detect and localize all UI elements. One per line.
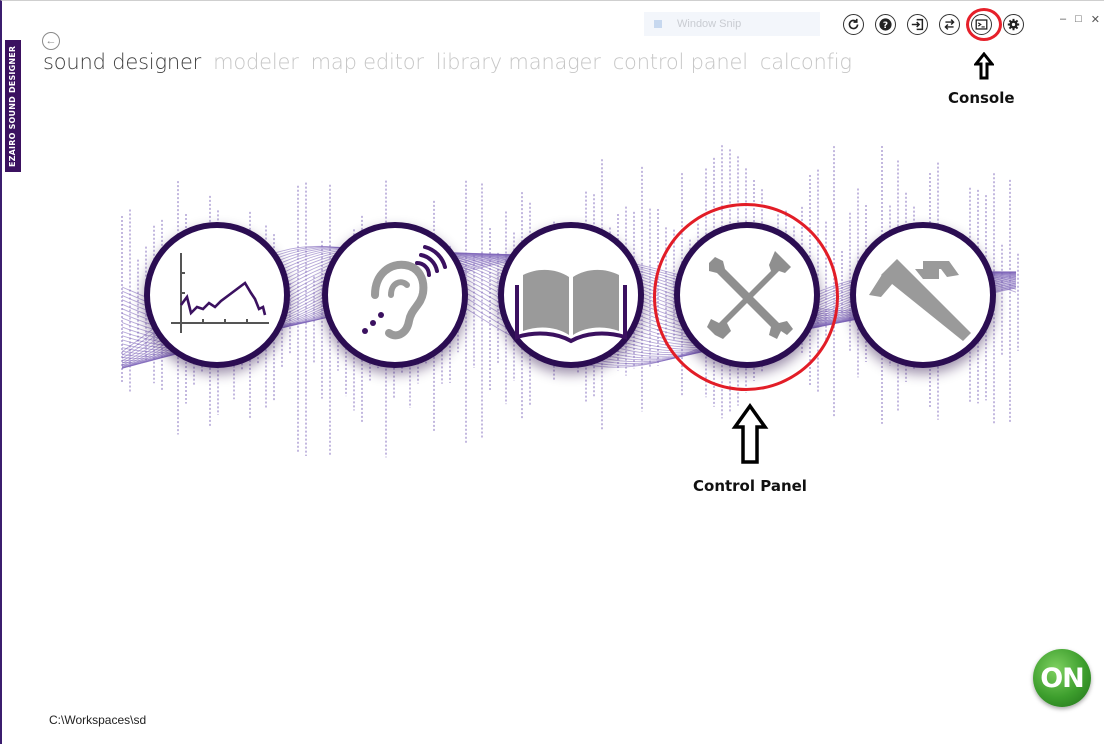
tool-control-panel[interactable] [674, 222, 820, 368]
sound-wave-background [121, 145, 1019, 458]
workspace-path: C:\Workspaces\sd [49, 713, 147, 727]
wrench-screwdriver-icon [707, 251, 793, 339]
ear-sound-icon [362, 245, 447, 340]
up-arrow-icon [731, 403, 769, 464]
frequency-response-graph-icon [171, 253, 269, 333]
tool-hearing[interactable] [322, 222, 468, 368]
tool-modeler[interactable] [144, 222, 290, 368]
book-icon [515, 269, 627, 344]
tool-library-manager[interactable] [498, 222, 644, 368]
tool-calconfig[interactable] [850, 222, 996, 368]
caliper-icon [869, 259, 971, 341]
control-panel-annotation: Control Panel [693, 477, 807, 495]
on-semiconductor-logo: ON [1033, 649, 1091, 707]
